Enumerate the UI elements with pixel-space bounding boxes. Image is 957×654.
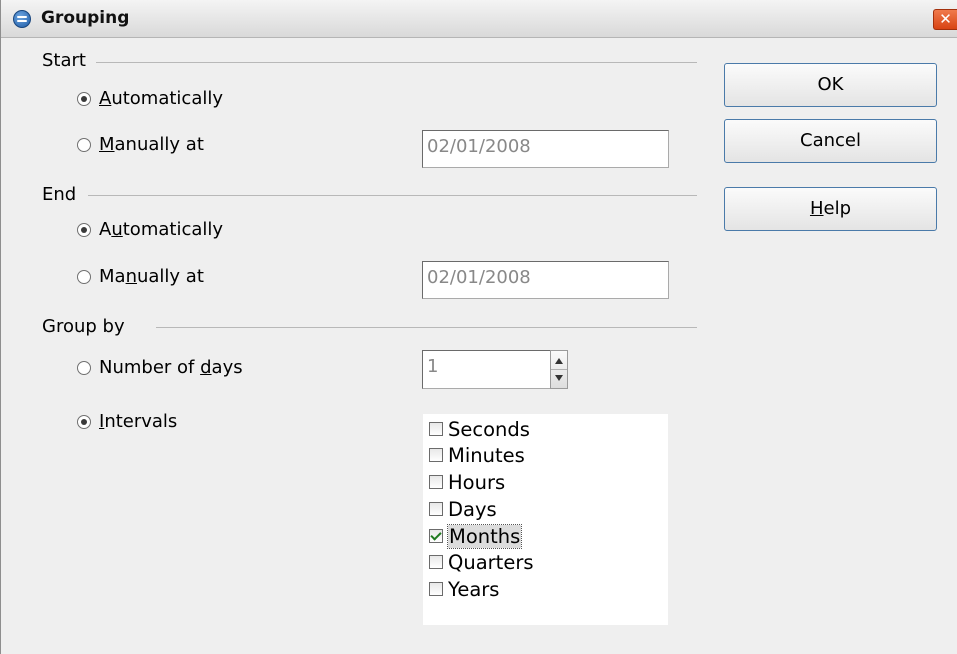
interval-checkbox[interactable] xyxy=(429,422,443,436)
end-automatically-radio[interactable] xyxy=(77,222,91,237)
interval-item[interactable]: Years xyxy=(429,576,499,602)
interval-item[interactable]: Hours xyxy=(429,469,505,495)
start-automatically-rest: utomatically xyxy=(111,88,224,109)
interval-item[interactable]: Months xyxy=(429,523,523,549)
interval-checkbox[interactable] xyxy=(429,502,443,516)
start-date-field[interactable]: 02/01/2008 xyxy=(422,130,669,168)
interval-item[interactable]: Quarters xyxy=(429,549,534,575)
interval-label: Minutes xyxy=(448,443,525,467)
start-manual-label: Manually at xyxy=(99,134,204,155)
number-of-days-option[interactable]: Number of days xyxy=(77,357,243,378)
interval-checkbox[interactable] xyxy=(429,448,443,462)
end-date-field[interactable]: 02/01/2008 xyxy=(422,261,669,299)
spin-down-icon[interactable] xyxy=(555,375,563,381)
interval-label: Hours xyxy=(448,470,506,494)
start-automatically-option[interactable]: Automatically xyxy=(77,88,223,109)
days-spin-buttons[interactable] xyxy=(550,350,568,389)
end-automatically-option[interactable]: Automatically xyxy=(77,219,223,240)
grouping-dialog: Grouping ✕ Start Automatically Manually … xyxy=(0,0,957,654)
end-label: End xyxy=(42,184,77,205)
end-separator xyxy=(88,195,697,196)
group-by-label: Group by xyxy=(42,316,125,337)
start-automatically-radio[interactable] xyxy=(77,91,91,106)
start-manual-option[interactable]: Manually at xyxy=(77,134,204,155)
group-by-separator xyxy=(156,327,697,328)
ok-button[interactable]: OK xyxy=(724,63,937,107)
start-manual-radio[interactable] xyxy=(77,137,91,152)
interval-label: Years xyxy=(448,577,500,601)
interval-checkbox[interactable] xyxy=(429,475,443,489)
spin-up-icon[interactable] xyxy=(555,358,563,364)
number-of-days-radio[interactable] xyxy=(77,360,91,375)
end-manual-radio[interactable] xyxy=(77,269,91,284)
end-manual-option[interactable]: Manually at xyxy=(77,266,204,287)
interval-item[interactable]: Minutes xyxy=(429,442,525,468)
close-button[interactable]: ✕ xyxy=(933,9,957,30)
start-automatically-label: Automatically xyxy=(99,88,224,109)
intervals-label: Intervals xyxy=(99,411,178,432)
intervals-list[interactable]: Seconds Minutes Hours Days Months Quarte… xyxy=(423,414,668,625)
end-automatically-label: Automatically xyxy=(99,219,224,240)
interval-label: Months xyxy=(446,523,523,549)
number-of-days-label: Number of days xyxy=(99,357,243,378)
app-icon xyxy=(13,10,31,28)
interval-checkbox[interactable] xyxy=(429,582,443,596)
number-of-days-input[interactable]: 1 xyxy=(422,350,552,389)
start-label: Start xyxy=(42,50,86,71)
title-bar[interactable]: Grouping ✕ xyxy=(1,0,957,38)
interval-label: Seconds xyxy=(448,417,530,441)
intervals-option[interactable]: Intervals xyxy=(77,411,177,432)
interval-item[interactable]: Days xyxy=(429,496,497,522)
interval-label: Days xyxy=(448,497,497,521)
spin-divider xyxy=(551,369,567,370)
close-icon: ✕ xyxy=(939,10,952,28)
help-button[interactable]: Help xyxy=(724,187,937,231)
end-manual-label: Manually at xyxy=(99,266,204,287)
cancel-button[interactable]: Cancel xyxy=(724,119,937,163)
interval-item[interactable]: Seconds xyxy=(429,416,530,442)
interval-checkbox[interactable] xyxy=(429,555,443,569)
start-separator xyxy=(96,62,697,63)
interval-label: Quarters xyxy=(448,550,534,574)
interval-checkbox-checked[interactable] xyxy=(429,529,443,543)
intervals-radio[interactable] xyxy=(77,414,91,429)
window-title: Grouping xyxy=(41,8,130,28)
